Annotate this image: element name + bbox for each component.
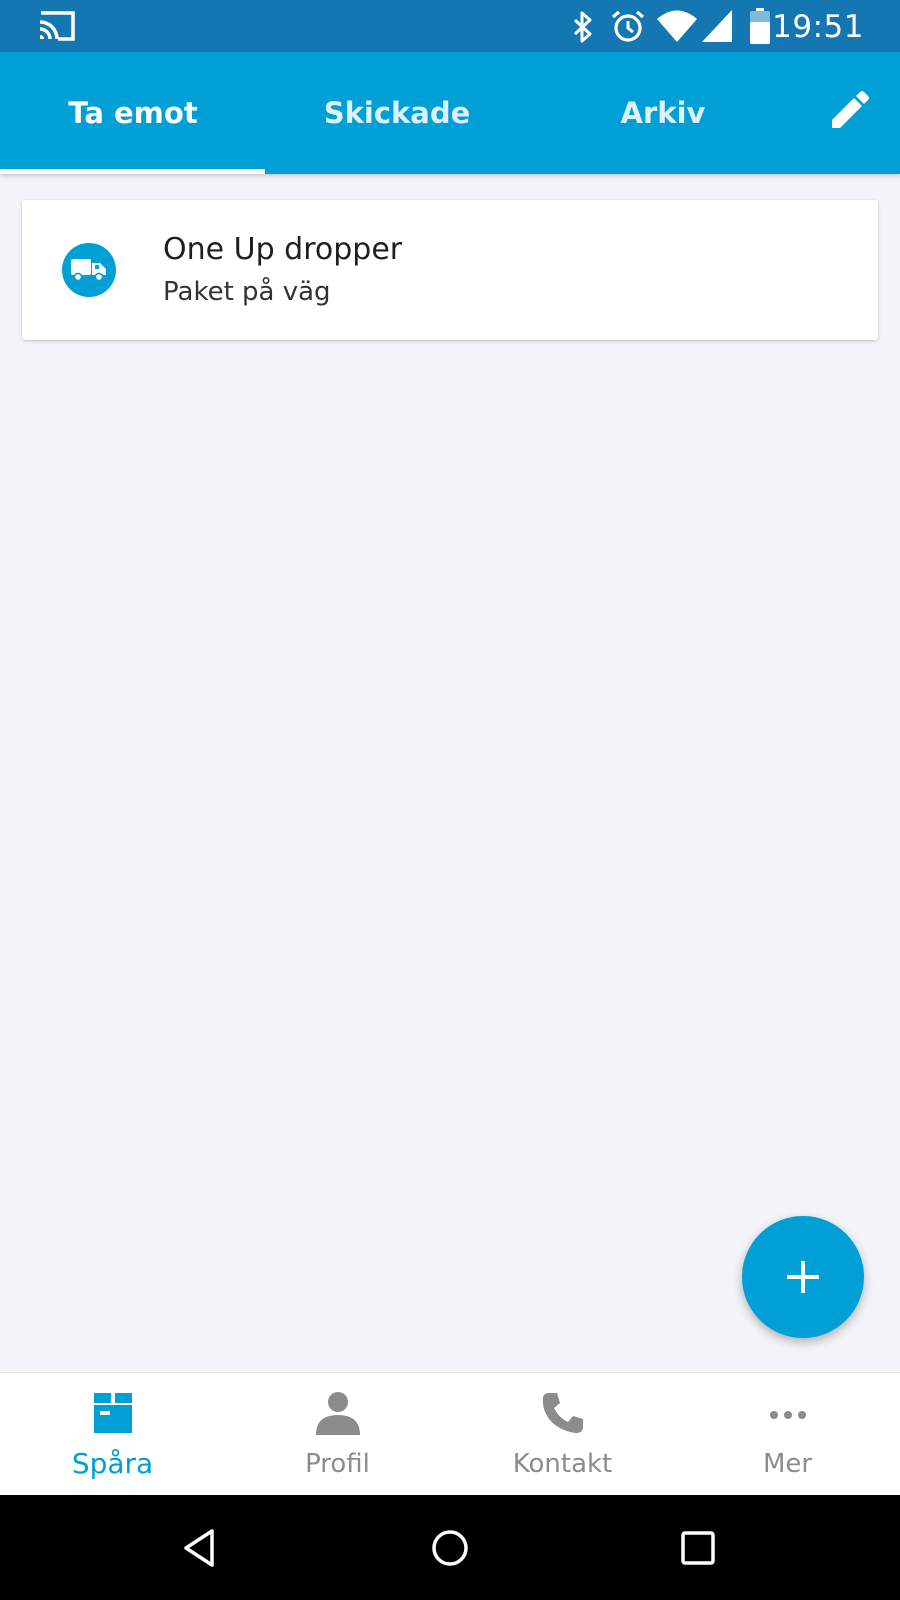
tab-bar: Ta emot Skickade Arkiv: [0, 52, 900, 174]
bluetooth-icon: [573, 11, 592, 43]
system-navigation-bar: [0, 1495, 900, 1600]
nav-kontakt[interactable]: Kontakt: [450, 1373, 675, 1496]
nav-label-spara: Spåra: [71, 1447, 154, 1480]
back-icon[interactable]: [176, 1523, 226, 1573]
clock: 19:51: [772, 9, 864, 45]
nav-label-profil: Profil: [305, 1449, 370, 1479]
plus-icon: [787, 1261, 819, 1293]
signal-icon: [702, 10, 732, 42]
shipment-card[interactable]: One Up dropper Paket på väg: [22, 200, 878, 340]
nav-mer[interactable]: Mer: [675, 1373, 900, 1496]
truck-icon: [62, 243, 116, 297]
phone-icon: [542, 1393, 583, 1433]
person-icon: [315, 1392, 360, 1435]
pencil-icon[interactable]: [826, 88, 872, 134]
nav-spara[interactable]: Spåra: [0, 1373, 225, 1496]
tab-arkiv[interactable]: Arkiv: [530, 52, 796, 174]
shipment-status: Paket på väg: [163, 277, 331, 307]
package-icon: [93, 1391, 132, 1433]
active-tab-indicator: [0, 169, 265, 174]
bottom-navigation: Spåra Profil Kontakt Mer: [0, 1372, 900, 1496]
status-bar: 19:51: [0, 0, 900, 52]
home-icon[interactable]: [425, 1523, 475, 1573]
cast-icon: [39, 11, 75, 41]
tab-skickade[interactable]: Skickade: [264, 52, 530, 174]
tab-ta-emot[interactable]: Ta emot: [0, 52, 266, 174]
wifi-icon: [657, 10, 697, 42]
shipment-title: One Up dropper: [163, 232, 403, 267]
add-shipment-button[interactable]: [742, 1216, 864, 1338]
more-dots-icon: [769, 1411, 806, 1419]
nav-label-kontakt: Kontakt: [512, 1449, 613, 1479]
nav-profil[interactable]: Profil: [225, 1373, 450, 1496]
nav-label-mer: Mer: [762, 1449, 813, 1479]
recents-icon[interactable]: [673, 1523, 723, 1573]
alarm-icon: [611, 10, 645, 42]
battery-icon: [750, 8, 770, 44]
